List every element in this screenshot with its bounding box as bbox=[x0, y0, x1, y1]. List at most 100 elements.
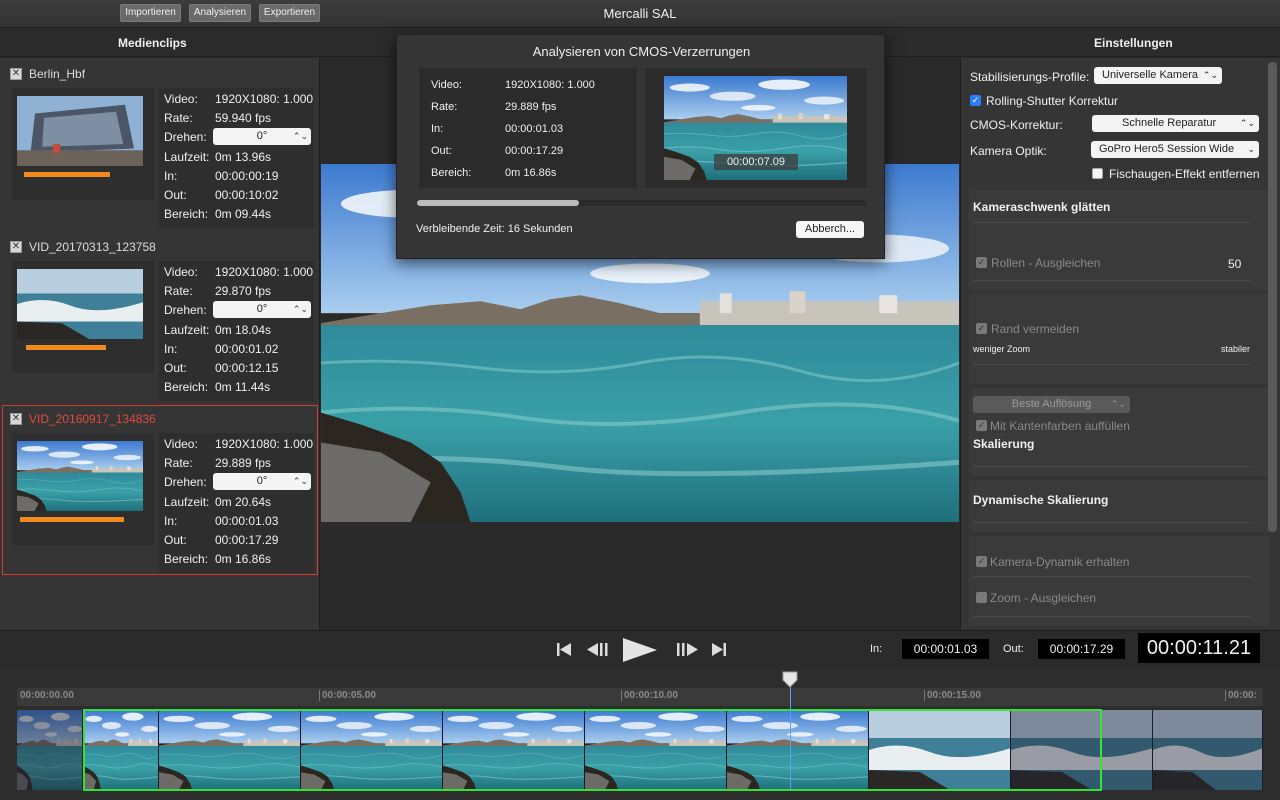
zoom-label: Zoom - Ausgleichen bbox=[990, 591, 1097, 605]
zoom-checkbox[interactable] bbox=[976, 592, 987, 603]
edge-fill-checkbox[interactable]: ✓ bbox=[976, 420, 987, 431]
duration-label: Laufzeit: bbox=[164, 150, 210, 164]
clip-item[interactable]: ✕ VID_20170313_123758 Video: 1920X1080: … bbox=[2, 233, 318, 403]
up-down-arrows-icon: ⌃⌄ bbox=[292, 131, 308, 141]
clip-thumbnail[interactable] bbox=[17, 441, 143, 511]
range-value: 0m 11.44s bbox=[215, 380, 271, 394]
roll-checkbox[interactable]: ✓ bbox=[976, 257, 987, 268]
selected-range-box[interactable] bbox=[83, 709, 1102, 791]
video-value: 1920X1080: 1.000 bbox=[215, 92, 314, 106]
divider bbox=[973, 522, 1251, 523]
ruler-tick: 00:00:05.00 bbox=[319, 690, 376, 701]
out-point-timecode[interactable]: 00:00:17.29 bbox=[1038, 639, 1125, 659]
profile-label: Stabilisierungs-Profile: bbox=[970, 70, 1090, 84]
rotate-select[interactable]: 0° ⌃⌄ bbox=[213, 473, 311, 490]
divider bbox=[973, 364, 1251, 365]
keep-dynamics-checkbox[interactable]: ✓ bbox=[976, 556, 987, 567]
clip-remove-checkbox[interactable]: ✕ bbox=[10, 413, 22, 425]
divider bbox=[973, 616, 1251, 617]
ruler-tick: 00:00:15.00 bbox=[924, 690, 981, 701]
dialog-rate-label: Rate: bbox=[431, 101, 458, 113]
resolution-select[interactable]: Beste Auflösung ⌃⌄ bbox=[973, 396, 1130, 413]
current-timecode: 00:00:11.21 bbox=[1138, 633, 1260, 663]
cmos-select[interactable]: Schnelle Reparatur ⌃⌄ bbox=[1092, 115, 1259, 132]
rate-label: Rate: bbox=[164, 111, 193, 125]
transport-bar: In: 00:00:01.03 Out: 00:00:17.29 00:00:1… bbox=[0, 630, 1280, 668]
skip-to-start-icon[interactable] bbox=[556, 641, 572, 659]
chevron-down-icon: ⌄ bbox=[1247, 144, 1255, 154]
clip-remove-checkbox[interactable]: ✕ bbox=[10, 241, 22, 253]
rolling-shutter-checkbox[interactable]: ✓ bbox=[970, 95, 981, 106]
rotate-select[interactable]: 0° ⌃⌄ bbox=[213, 128, 311, 145]
rotate-value: 0° bbox=[256, 475, 268, 487]
dialog-in-value: 00:00:01.03 bbox=[505, 123, 564, 135]
video-value: 1920X1080: 1.000 bbox=[215, 265, 314, 279]
range-label: Bereich: bbox=[164, 207, 209, 221]
fisheye-checkbox[interactable] bbox=[1092, 168, 1103, 179]
optics-select[interactable]: GoPro Hero5 Session Wide ⌄ bbox=[1091, 141, 1259, 158]
clip-remove-checkbox[interactable]: ✕ bbox=[10, 68, 22, 80]
clip-item[interactable]: ✕ Berlin_Hbf Video: 1920X1080: 1.000 Rat… bbox=[2, 60, 318, 230]
border-label: Rand vermeiden bbox=[991, 322, 1080, 336]
pan-smoothing-section: Kameraschwenk glätten ✓ Rollen - Ausglei… bbox=[969, 190, 1269, 290]
rotate-label: Drehen: bbox=[164, 303, 207, 317]
playhead-line bbox=[790, 686, 791, 790]
skip-to-end-icon[interactable] bbox=[711, 641, 727, 659]
cancel-button[interactable]: Abberch... bbox=[796, 221, 864, 238]
scaling-section: Beste Auflösung ⌃⌄ ✓ Mit Kantenfarben auf… bbox=[969, 388, 1269, 476]
clip-item-selected[interactable]: ✕ VID_20160917_134836 Video: 1920X1080: … bbox=[2, 405, 318, 575]
clip-thumbnail[interactable] bbox=[17, 96, 143, 166]
profile-select[interactable]: Universelle Kamera ⌃⌄ bbox=[1094, 67, 1222, 84]
rolling-shutter-label: Rolling-Shutter Korrektur bbox=[986, 94, 1119, 108]
border-checkbox[interactable]: ✓ bbox=[976, 323, 987, 334]
playhead-handle-icon[interactable] bbox=[781, 670, 799, 688]
dialog-video-label: Video: bbox=[431, 79, 462, 91]
more-stable-label: stabiler bbox=[1221, 344, 1251, 354]
duration-value: 0m 18.04s bbox=[215, 323, 272, 337]
dialog-out-label: Out: bbox=[431, 145, 452, 157]
in-label: In: bbox=[164, 342, 178, 356]
timeline-ruler[interactable]: 00:00:00.00 00:00:05.00 00:00:10.00 00:0… bbox=[17, 688, 1263, 706]
optics-value: GoPro Hero5 Session Wide bbox=[1099, 143, 1235, 155]
filmstrip-frame bbox=[17, 710, 83, 790]
resolution-value: Beste Auflösung bbox=[1011, 398, 1092, 410]
in-label: In: bbox=[164, 514, 178, 528]
settings-scrollbar[interactable] bbox=[1268, 62, 1277, 532]
rotate-select[interactable]: 0° ⌃⌄ bbox=[213, 301, 311, 318]
clip-name: Berlin_Hbf bbox=[29, 67, 86, 81]
divider bbox=[973, 576, 1251, 577]
play-icon[interactable] bbox=[621, 637, 659, 663]
in-value: 00:00:00:19 bbox=[215, 169, 279, 183]
in-point-timecode[interactable]: 00:00:01.03 bbox=[902, 639, 989, 659]
border-section: ✓ Rand vermeiden weniger Zoom stabiler bbox=[969, 294, 1269, 384]
divider bbox=[973, 280, 1251, 281]
up-down-arrows-icon: ⌃⌄ bbox=[292, 304, 308, 314]
divider bbox=[973, 466, 1251, 467]
clip-name: VID_20170313_123758 bbox=[29, 240, 156, 254]
up-down-arrows-icon: ⌃⌄ bbox=[1202, 70, 1218, 80]
rate-value: 29.889 fps bbox=[215, 456, 272, 470]
range-value: 0m 16.86s bbox=[215, 552, 272, 566]
rate-label: Rate: bbox=[164, 456, 193, 470]
out-label: Out: bbox=[164, 188, 187, 202]
clip-range-bar bbox=[20, 517, 124, 522]
step-forward-icon[interactable] bbox=[675, 641, 699, 659]
cmos-label: CMOS-Korrektur: bbox=[970, 118, 1063, 132]
analysis-dialog: Analysieren von CMOS-Verzerrungen Video:… bbox=[396, 34, 885, 259]
video-value: 1920X1080: 1.000 bbox=[215, 437, 314, 451]
out-label: Out: bbox=[164, 361, 187, 375]
clip-info: Video: 1920X1080: 1.000 Rate: 29.889 fps… bbox=[159, 433, 314, 573]
clip-thumbnail[interactable] bbox=[17, 269, 143, 339]
dynamics-section: ✓ Kamera-Dynamik erhalten Zoom - Ausglei… bbox=[969, 536, 1269, 626]
settings-header: Einstellungen bbox=[1094, 36, 1173, 50]
analysis-progress-fill bbox=[417, 200, 579, 206]
duration-label: Laufzeit: bbox=[164, 495, 210, 509]
range-value: 0m 09.44s bbox=[215, 207, 272, 221]
less-zoom-label: weniger Zoom bbox=[973, 344, 1031, 354]
step-back-icon[interactable] bbox=[586, 641, 610, 659]
keep-dynamics-label: Kamera-Dynamik erhalten bbox=[990, 555, 1130, 569]
in-value: 00:00:01.03 bbox=[215, 514, 279, 528]
scaling-title: Skalierung bbox=[973, 437, 1035, 451]
dialog-in-label: In: bbox=[431, 123, 444, 135]
rotate-value: 0° bbox=[256, 130, 268, 142]
